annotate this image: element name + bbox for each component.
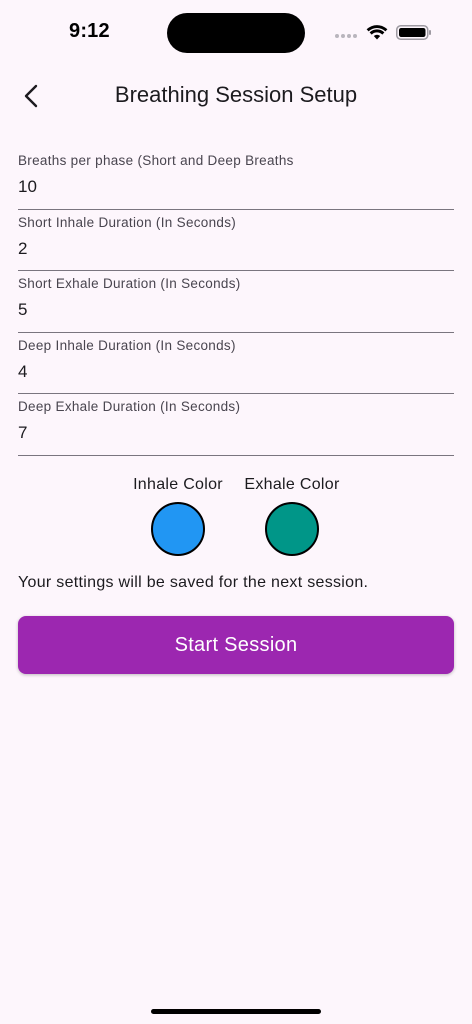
short-inhale-duration-input[interactable] xyxy=(18,235,454,262)
deep-exhale-duration-field: Deep Exhale Duration (In Seconds) xyxy=(18,394,454,456)
field-label: Deep Exhale Duration (In Seconds) xyxy=(18,399,241,415)
battery-icon xyxy=(396,25,431,40)
deep-inhale-duration-input[interactable] xyxy=(18,358,454,385)
inhale-color-picker: Inhale Color xyxy=(126,476,230,556)
breaths-per-phase-input[interactable] xyxy=(18,174,454,200)
start-session-button[interactable]: Start Session xyxy=(18,616,454,674)
inhale-color-label: Inhale Color xyxy=(133,476,223,493)
home-indicator xyxy=(151,1009,321,1014)
settings-form: Breaths per phase (Short and Deep Breath… xyxy=(18,148,454,456)
signal-dots-icon xyxy=(335,34,359,39)
field-label: Deep Inhale Duration (In Seconds) xyxy=(18,337,236,353)
dynamic-island xyxy=(167,13,305,53)
status-bar: 9:12 xyxy=(0,0,472,64)
exhale-color-label: Exhale Color xyxy=(244,476,340,493)
field-label: Short Exhale Duration (In Seconds) xyxy=(18,276,241,292)
exhale-color-picker: Exhale Color xyxy=(240,476,344,556)
short-exhale-duration-input[interactable] xyxy=(18,297,454,324)
field-label: Breaths per phase (Short and Deep Breath… xyxy=(18,153,294,168)
deep-exhale-duration-input[interactable] xyxy=(18,420,454,447)
short-inhale-duration-field: Short Inhale Duration (In Seconds) xyxy=(18,210,454,272)
exhale-color-swatch[interactable] xyxy=(265,502,319,556)
status-time: 9:12 xyxy=(69,20,110,42)
page-title: Breathing Session Setup xyxy=(114,82,358,107)
inhale-color-swatch[interactable] xyxy=(151,502,205,556)
wifi-icon xyxy=(366,25,388,40)
field-label: Short Inhale Duration (In Seconds) xyxy=(18,214,237,230)
deep-inhale-duration-field: Deep Inhale Duration (In Seconds) xyxy=(18,333,454,395)
save-note: Your settings will be saved for the next… xyxy=(18,574,369,591)
short-exhale-duration-field: Short Exhale Duration (In Seconds) xyxy=(18,271,454,333)
app-bar: Breathing Session Setup xyxy=(0,64,472,128)
breaths-per-phase-field: Breaths per phase (Short and Deep Breath… xyxy=(18,148,454,210)
